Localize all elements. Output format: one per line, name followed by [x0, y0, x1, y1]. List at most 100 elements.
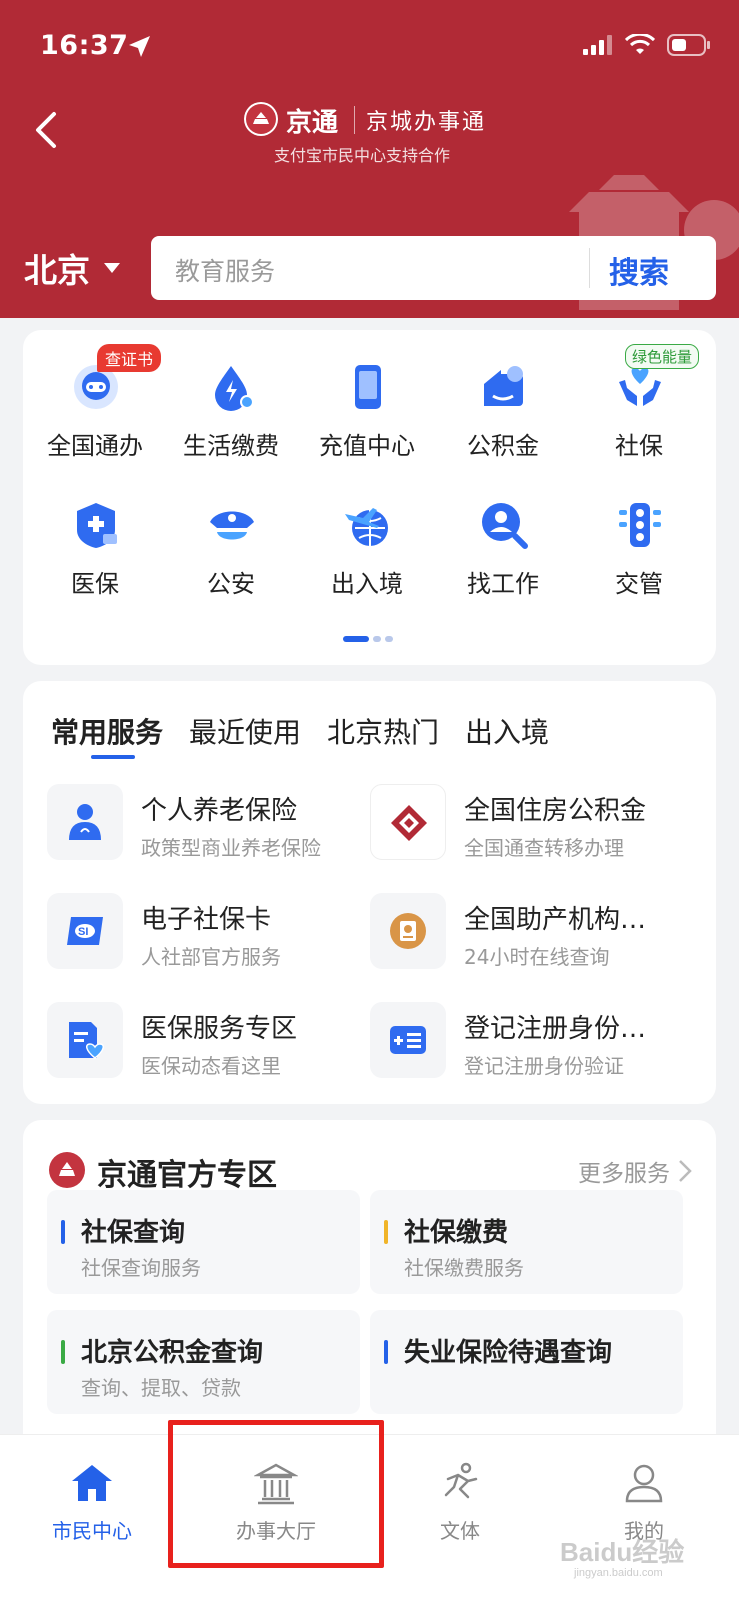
jingtong-logo-icon — [49, 1152, 85, 1188]
grid-item-nationwide[interactable]: 全国通办 查证书 — [27, 330, 163, 460]
grid-item-medical-insurance[interactable]: 医保 — [27, 468, 163, 598]
medical-document-heart-icon — [47, 1002, 123, 1078]
wifi-icon — [625, 34, 655, 54]
tile-accent-bar — [61, 1340, 65, 1364]
government-hall-icon — [254, 1463, 298, 1505]
tile-title: 社保查询 — [81, 1218, 186, 1248]
location-arrow-icon — [129, 36, 150, 57]
grid-item-recharge[interactable]: 充值中心 — [299, 330, 435, 460]
tile-accent-bar — [384, 1340, 388, 1364]
page-dot-active — [343, 636, 369, 642]
battery-icon — [667, 34, 710, 56]
quick-services-card: 全国通办 查证书 生活缴费 充值中心 公积金 社保 绿色能量 医保 公安 出入境… — [23, 330, 716, 665]
water-drop-bolt-icon — [215, 366, 254, 411]
watermark: Baidu经验 jingyan.baidu.com — [560, 1537, 685, 1579]
chevron-right-icon — [679, 1160, 692, 1182]
pension-person-icon — [47, 784, 123, 860]
grid-item-traffic[interactable]: 交管 — [571, 468, 707, 598]
zone-tile-social-security-query[interactable]: 社保查询 社保查询服务 — [47, 1190, 360, 1294]
tab-immigration[interactable]: 出入境 — [465, 711, 549, 751]
badge: 查证书 — [97, 344, 162, 372]
running-person-icon — [444, 1462, 478, 1499]
common-services-card: 常用服务 最近使用 北京热门 出入境 个人养老保险 政策型商业养老保险 全国住房… — [23, 681, 716, 1104]
service-item-housing-fund[interactable]: 全国住房公积金 全国通查转移办理 — [370, 784, 690, 864]
grid-item-social-security[interactable]: 社保 绿色能量 — [571, 330, 707, 460]
tab-label: 市民中心 — [52, 1519, 132, 1543]
home-icon — [72, 1465, 112, 1501]
tab-common-services[interactable]: 常用服务 — [51, 711, 163, 759]
social-security-card-icon: SI — [47, 893, 123, 969]
service-item-pension[interactable]: 个人养老保险 政策型商业养老保险 — [47, 784, 367, 864]
jingtong-logo-icon — [244, 102, 278, 136]
badge: 绿色能量 — [625, 344, 700, 369]
zone-title: 京通官方专区 — [97, 1158, 277, 1193]
brand-name: 京通 — [286, 108, 339, 138]
grid-item-label: 充值中心 — [319, 432, 415, 460]
grid-item-utilities[interactable]: 生活缴费 — [163, 330, 299, 460]
grid-item-label: 公积金 — [467, 432, 539, 460]
zone-tile-housing-fund-query[interactable]: 北京公积金查询 查询、提取、贷款 — [47, 1310, 360, 1414]
tab-service-hall[interactable]: 办事大厅 — [184, 1435, 368, 1555]
tile-accent-bar — [61, 1220, 65, 1244]
tile-title: 社保缴费 — [404, 1218, 509, 1248]
police-cap-icon — [210, 511, 254, 540]
grid-item-label: 公安 — [207, 570, 255, 598]
tab-beijing-hot[interactable]: 北京热门 — [327, 711, 439, 751]
service-item-maternity[interactable]: 全国助产机构… 24小时在线查询 — [370, 893, 690, 973]
grid-item-label: 出入境 — [331, 570, 403, 598]
official-zone-card: 京通官方专区 更多服务 社保查询 社保查询服务 社保缴费 社保缴费服务 北京公积… — [23, 1120, 716, 1460]
tab-recent[interactable]: 最近使用 — [189, 711, 301, 751]
grid-item-public-security[interactable]: 公安 — [163, 468, 299, 598]
person-search-icon — [482, 503, 528, 549]
city-name: 北京 — [24, 251, 90, 290]
search-input[interactable]: 教育服务 — [175, 252, 275, 288]
page-indicator — [343, 636, 393, 642]
tab-culture-sports[interactable]: 文体 — [368, 1435, 552, 1555]
service-item-identity-registration[interactable]: 登记注册身份… 登记注册身份验证 — [370, 1002, 690, 1082]
tile-subtitle: 社保查询服务 — [81, 1256, 201, 1280]
tab-citizen-center[interactable]: 市民中心 — [0, 1435, 184, 1555]
tab-label: 办事大厅 — [236, 1519, 316, 1543]
header: 16:37 京通 京城办事通 支付宝市民中心支持合作 北京 教育服务 搜索 — [0, 0, 739, 318]
tile-title: 北京公积金查询 — [81, 1338, 264, 1368]
grid-item-label: 全国通办 — [47, 432, 143, 460]
tile-subtitle: 社保缴费服务 — [404, 1256, 524, 1280]
grid-item-label: 社保 — [615, 432, 663, 460]
medical-shield-icon — [77, 503, 117, 548]
svg-text:SI: SI — [78, 926, 88, 938]
more-services-link[interactable]: 更多服务 — [578, 1154, 692, 1188]
user-icon — [625, 1464, 663, 1503]
grid-item-label: 交管 — [615, 570, 663, 598]
tile-title: 失业保险待遇查询 — [404, 1338, 613, 1368]
zone-tile-unemployment-query[interactable]: 失业保险待遇查询 — [370, 1310, 683, 1414]
hands-heart-icon — [619, 368, 661, 406]
grid-item-find-job[interactable]: 找工作 — [435, 468, 571, 598]
tile-subtitle: 查询、提取、贷款 — [81, 1376, 241, 1400]
brand-slogan: 京城办事通 — [366, 110, 487, 135]
status-time: 16:37 — [40, 30, 129, 61]
status-icons — [583, 34, 711, 56]
service-item-medical-zone[interactable]: 医保服务专区 医保动态看这里 — [47, 1002, 367, 1082]
brand-subtitle: 支付宝市民中心支持合作 — [274, 146, 451, 165]
search-button[interactable]: 搜索 — [609, 248, 669, 292]
traffic-light-icon — [619, 503, 661, 547]
back-chevron-icon[interactable] — [28, 110, 68, 150]
more-services-label: 更多服务 — [578, 1161, 670, 1187]
zone-tile-social-security-payment[interactable]: 社保缴费 社保缴费服务 — [370, 1190, 683, 1294]
grid-item-label: 找工作 — [467, 570, 539, 598]
housing-fund-logo-icon — [370, 784, 446, 860]
service-subtitle: 全国通查转移办理 — [464, 836, 624, 860]
service-title: 全国住房公积金 — [464, 796, 647, 826]
status-bar: 16:37 — [0, 0, 739, 80]
grid-item-housing-fund[interactable]: 公积金 — [435, 330, 571, 460]
page-dot — [373, 636, 381, 642]
service-item-social-security-card[interactable]: SI 电子社保卡 人社部官方服务 — [47, 893, 367, 973]
city-selector[interactable]: 北京 — [24, 244, 120, 292]
maternity-clinic-icon — [370, 893, 446, 969]
search-bar[interactable]: 教育服务 搜索 — [151, 236, 716, 300]
service-subtitle: 24小时在线查询 — [464, 945, 610, 969]
grid-item-immigration[interactable]: 出入境 — [299, 468, 435, 598]
plane-globe-icon — [345, 508, 388, 546]
tile-accent-bar — [384, 1220, 388, 1244]
id-card-icon — [370, 1002, 446, 1078]
